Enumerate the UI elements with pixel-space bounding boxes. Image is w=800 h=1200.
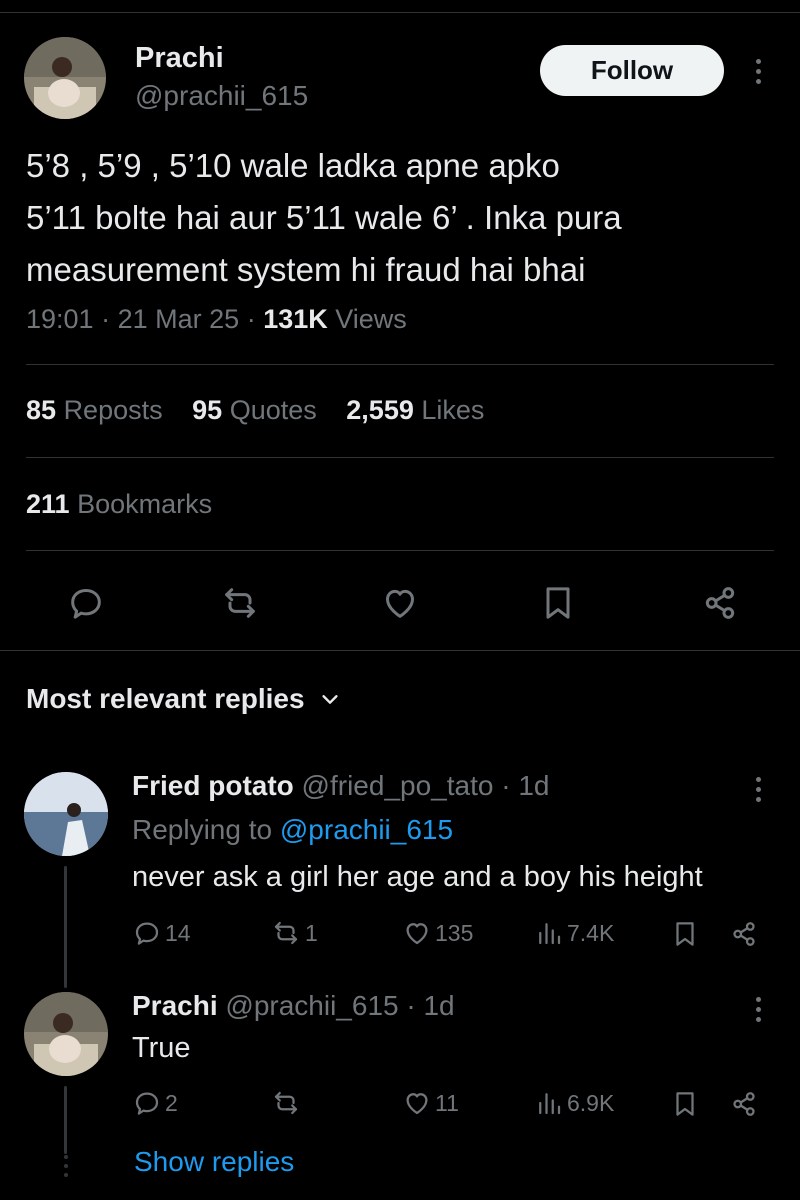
reply-author-name[interactable]: Fried potato	[132, 770, 294, 801]
quotes-stat[interactable]: 95 Quotes	[192, 395, 317, 425]
reply-share-icon[interactable]	[726, 916, 762, 952]
reply-reply-button[interactable]: 2	[132, 1088, 178, 1118]
likes-stat[interactable]: 2,559 Likes	[346, 395, 484, 425]
reply-more-options-icon[interactable]	[748, 994, 768, 1024]
reply-bookmark-icon[interactable]	[668, 916, 702, 952]
reply-header: Prachi @prachii_615 · 1d	[132, 990, 455, 1022]
bookmark-icon[interactable]	[530, 580, 586, 626]
section-title: Most relevant replies	[26, 683, 305, 714]
reply-avatar[interactable]	[24, 992, 108, 1076]
reply-age: · 1d	[501, 770, 550, 801]
like-count: 135	[435, 919, 474, 946]
tweet-date[interactable]: 21 Mar 25	[118, 304, 240, 334]
reposts-stat[interactable]: 85 Reposts	[26, 395, 163, 425]
engagement-stats: 85 Reposts 95 Quotes 2,559 Likes	[26, 395, 506, 426]
show-replies-link[interactable]: Show replies	[134, 1146, 294, 1178]
top-divider	[0, 12, 800, 13]
reply-like-button[interactable]: 11	[402, 1088, 459, 1118]
views-icon	[539, 923, 561, 945]
most-relevant-replies-dropdown[interactable]: Most relevant replies	[26, 683, 341, 715]
share-icon[interactable]	[692, 580, 748, 626]
reply-avatar[interactable]	[24, 772, 108, 856]
reply-views-button[interactable]: 6.9K	[534, 1088, 614, 1118]
repost-count: 1	[305, 919, 318, 946]
replying-to-handle[interactable]: @prachii_615	[280, 814, 453, 845]
reply-header: Fried potato @fried_po_tato · 1d	[132, 770, 549, 802]
views-label: Views	[335, 304, 407, 334]
reply-views-button[interactable]: 7.4K	[534, 918, 614, 948]
replying-to: Replying to @prachii_615	[132, 814, 454, 845]
bookmarks-stat[interactable]: 211 Bookmarks	[26, 489, 212, 520]
tweet-meta: 19:01 · 21 Mar 25 · 131K Views	[26, 304, 407, 334]
author-name[interactable]: Prachi	[135, 42, 224, 75]
reply-icon	[135, 1092, 159, 1115]
views-count: 7.4K	[567, 919, 615, 946]
repost-icon[interactable]	[212, 580, 268, 626]
repost-icon	[274, 921, 298, 945]
reply-more-options-icon[interactable]	[748, 774, 768, 804]
reply-icon	[135, 922, 159, 945]
like-icon	[406, 923, 428, 945]
like-icon	[406, 1093, 428, 1115]
tweet-text: 5’8 , 5’9 , 5’10 wale ladka apne apko 5’…	[26, 147, 622, 288]
views-count: 131K	[263, 304, 328, 334]
thread-continuation-dots	[63, 1155, 68, 1177]
reply-author-name[interactable]: Prachi	[132, 990, 218, 1021]
reply-count: 2	[165, 1089, 178, 1116]
like-icon[interactable]	[372, 580, 428, 626]
chevron-down-icon	[321, 695, 338, 704]
reply-age: · 1d	[406, 990, 455, 1021]
reply-text: True	[132, 1032, 191, 1064]
divider	[26, 364, 774, 365]
reply-like-button[interactable]: 135	[402, 918, 473, 948]
reply-author-handle[interactable]: @prachii_615	[225, 990, 398, 1021]
reply-share-icon[interactable]	[726, 1086, 762, 1122]
thread-line	[64, 866, 67, 988]
follow-button[interactable]: Follow	[540, 45, 724, 96]
views-icon	[539, 1093, 561, 1115]
divider	[26, 457, 774, 458]
reply-author-handle[interactable]: @fried_po_tato	[302, 770, 494, 801]
reply-count: 14	[165, 919, 191, 946]
reply-icon[interactable]	[58, 580, 114, 626]
reply-text: never ask a girl her age and a boy his h…	[132, 861, 703, 893]
like-count: 11	[435, 1089, 459, 1116]
thread-line	[64, 1086, 67, 1154]
tweet-time[interactable]: 19:01	[26, 304, 94, 334]
reply-reply-button[interactable]: 14	[132, 918, 191, 948]
divider	[0, 650, 800, 651]
views-count: 6.9K	[567, 1089, 615, 1116]
reply-bookmark-icon[interactable]	[668, 1086, 702, 1122]
divider	[26, 550, 774, 551]
repost-icon	[274, 1091, 298, 1115]
author-avatar[interactable]	[24, 37, 106, 119]
more-options-icon[interactable]	[745, 52, 771, 90]
reply-repost-button[interactable]	[270, 1088, 305, 1118]
reply-repost-button[interactable]: 1	[270, 918, 318, 948]
author-handle[interactable]: @prachii_615	[135, 80, 308, 112]
